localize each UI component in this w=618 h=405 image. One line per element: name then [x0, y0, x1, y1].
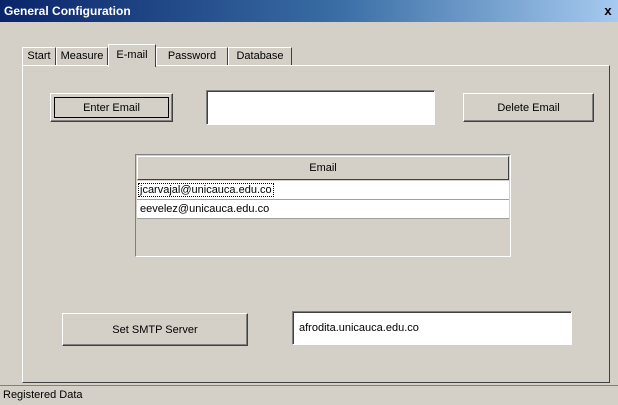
config-window: General Configuration x Start Measure E-… [0, 0, 618, 405]
email-input[interactable] [206, 90, 435, 125]
title-bar[interactable]: General Configuration x [0, 0, 618, 22]
enter-email-button[interactable]: Enter Email [50, 93, 173, 122]
tab-start[interactable]: Start [22, 47, 56, 66]
table-row[interactable]: eevelez@unicauca.edu.co [137, 200, 509, 219]
delete-email-button[interactable]: Delete Email [463, 93, 594, 122]
window-title: General Configuration [4, 4, 131, 18]
status-bar: Registered Data [0, 385, 618, 405]
email-grid[interactable]: Email jcarvajal@unicauca.edu.co eevelez@… [135, 154, 511, 257]
email-cell: jcarvajal@unicauca.edu.co [138, 183, 274, 197]
tab-email[interactable]: E-mail [108, 44, 156, 67]
tab-database[interactable]: Database [228, 47, 292, 66]
tab-password[interactable]: Password [156, 47, 228, 66]
grid-header-email[interactable]: Email [137, 156, 509, 180]
set-smtp-server-button[interactable]: Set SMTP Server [62, 313, 248, 346]
status-text: Registered Data [3, 389, 83, 401]
close-icon[interactable]: x [600, 3, 616, 18]
table-row[interactable]: jcarvajal@unicauca.edu.co [137, 181, 509, 200]
smtp-server-input[interactable] [292, 311, 572, 345]
tab-measure[interactable]: Measure [56, 47, 108, 66]
email-cell: eevelez@unicauca.edu.co [140, 203, 270, 215]
